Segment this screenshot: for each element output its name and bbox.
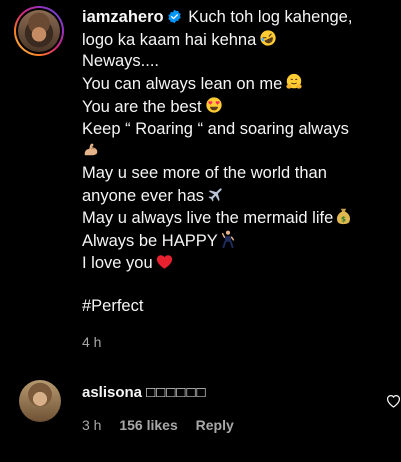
comment-text-line: May u always live the mermaid life bbox=[82, 209, 334, 228]
airplane-emoji-icon bbox=[208, 187, 222, 202]
comment-text-line: logo ka kaam hai kehna bbox=[82, 30, 257, 49]
reply-meta: 3 h 156 likes Reply bbox=[82, 417, 248, 433]
verified-badge-icon bbox=[167, 9, 181, 24]
comment-line-7 bbox=[82, 140, 382, 163]
reply-username[interactable]: aslisona bbox=[82, 384, 142, 401]
comment-text-line: You can always lean on me bbox=[82, 75, 283, 94]
red-heart-emoji-icon bbox=[156, 254, 172, 269]
comment-line-9: anyone ever has bbox=[82, 185, 382, 208]
comment-timestamp: 4 h bbox=[82, 334, 102, 350]
dancing-man-emoji-icon bbox=[221, 230, 234, 249]
comment-line-6: Keep “ Roaring “ and soaring always bbox=[82, 119, 349, 138]
comment-line-8: May u see more of the world than bbox=[82, 163, 327, 182]
comment-text-line: Kuch toh log kahenge, bbox=[188, 8, 353, 26]
comment-text-line: anyone ever has bbox=[82, 186, 205, 205]
comment-line-3: Neways.... bbox=[82, 52, 160, 71]
comment-text-line: I love you bbox=[82, 253, 153, 272]
flexed-biceps-emoji-icon bbox=[84, 143, 98, 156]
comment-line-12: I love you bbox=[82, 253, 382, 275]
reply-likes-count[interactable]: 156 likes bbox=[119, 417, 177, 433]
avatar-story-ring[interactable] bbox=[14, 6, 64, 56]
reply-button[interactable]: Reply bbox=[196, 417, 234, 433]
heart-outline-icon[interactable] bbox=[386, 394, 401, 408]
comment-body: iamzahero Kuch toh log kahenge, logo ka … bbox=[82, 7, 382, 318]
rofl-emoji-icon bbox=[260, 30, 276, 46]
avatar bbox=[18, 10, 60, 52]
money-bag-emoji-icon: $ bbox=[337, 209, 351, 225]
hugging-face-emoji-icon bbox=[286, 74, 302, 89]
comment-text-line: Always be HAPPY bbox=[82, 232, 218, 251]
reply-header: aslisona □□□□□□ bbox=[82, 384, 207, 401]
comment-line-10: May u always live the mermaid life $ bbox=[82, 207, 382, 230]
reply-avatar[interactable] bbox=[19, 380, 61, 422]
heart-eyes-emoji-icon bbox=[205, 97, 222, 113]
comment-line-5: You are the best bbox=[82, 96, 382, 119]
comment-line-1: iamzahero Kuch toh log kahenge, bbox=[82, 7, 382, 29]
comment-line-4: You can always lean on me bbox=[82, 73, 382, 96]
comment-line-2: logo ka kaam hai kehna bbox=[82, 29, 382, 52]
reply-timestamp: 3 h bbox=[82, 417, 102, 433]
reply-text: □□□□□□ bbox=[146, 384, 207, 401]
svg-text:$: $ bbox=[341, 215, 346, 224]
comment-line-11: Always be HAPPY bbox=[82, 230, 382, 253]
comment-text-line: You are the best bbox=[82, 97, 202, 116]
comment-username[interactable]: iamzahero bbox=[82, 8, 164, 26]
hashtag-link[interactable]: #Perfect bbox=[82, 296, 382, 318]
